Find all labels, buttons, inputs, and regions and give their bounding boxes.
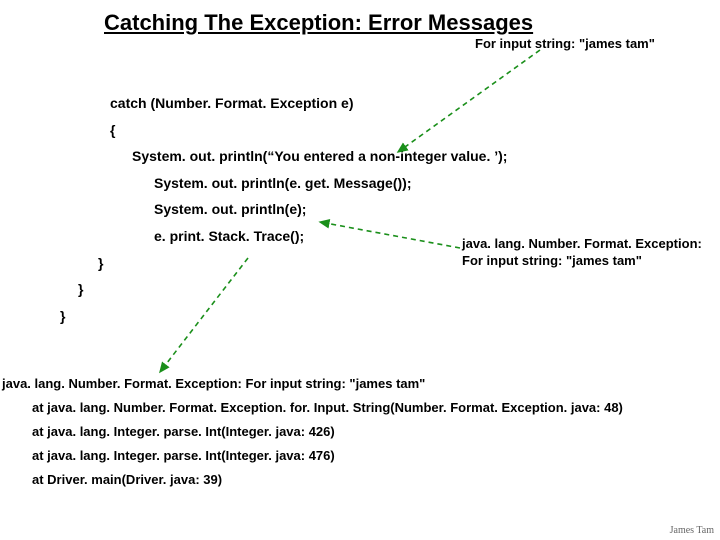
code-line: } (60, 303, 507, 330)
code-line: System. out. println(e. get. Message()); (110, 170, 507, 197)
trace-line: java. lang. Number. Format. Exception: F… (2, 372, 623, 396)
footer-author: James Tam (670, 525, 714, 536)
code-line: System. out. println(“You entered a non-… (110, 143, 507, 170)
code-line: } (78, 276, 507, 303)
top-annotation: For input string: "james tam" (475, 36, 655, 51)
code-line: System. out. println(e); (110, 196, 507, 223)
side-annotation: java. lang. Number. Format. Exception: F… (462, 236, 702, 270)
stack-trace: java. lang. Number. Format. Exception: F… (2, 372, 623, 492)
trace-line: at java. lang. Integer. parse. Int(Integ… (2, 444, 623, 468)
side-line: For input string: "james tam" (462, 253, 702, 270)
side-line: java. lang. Number. Format. Exception: (462, 236, 702, 253)
slide-title: Catching The Exception: Error Messages (104, 10, 533, 36)
trace-line: at Driver. main(Driver. java: 39) (2, 468, 623, 492)
trace-line: at java. lang. Number. Format. Exception… (2, 396, 623, 420)
code-line: e. print. Stack. Trace(); (110, 223, 507, 250)
code-line: { (110, 117, 507, 144)
trace-line: at java. lang. Integer. parse. Int(Integ… (2, 420, 623, 444)
code-line: catch (Number. Format. Exception e) (110, 90, 507, 117)
code-line: } (98, 250, 507, 277)
code-block: catch (Number. Format. Exception e) { Sy… (110, 90, 507, 329)
